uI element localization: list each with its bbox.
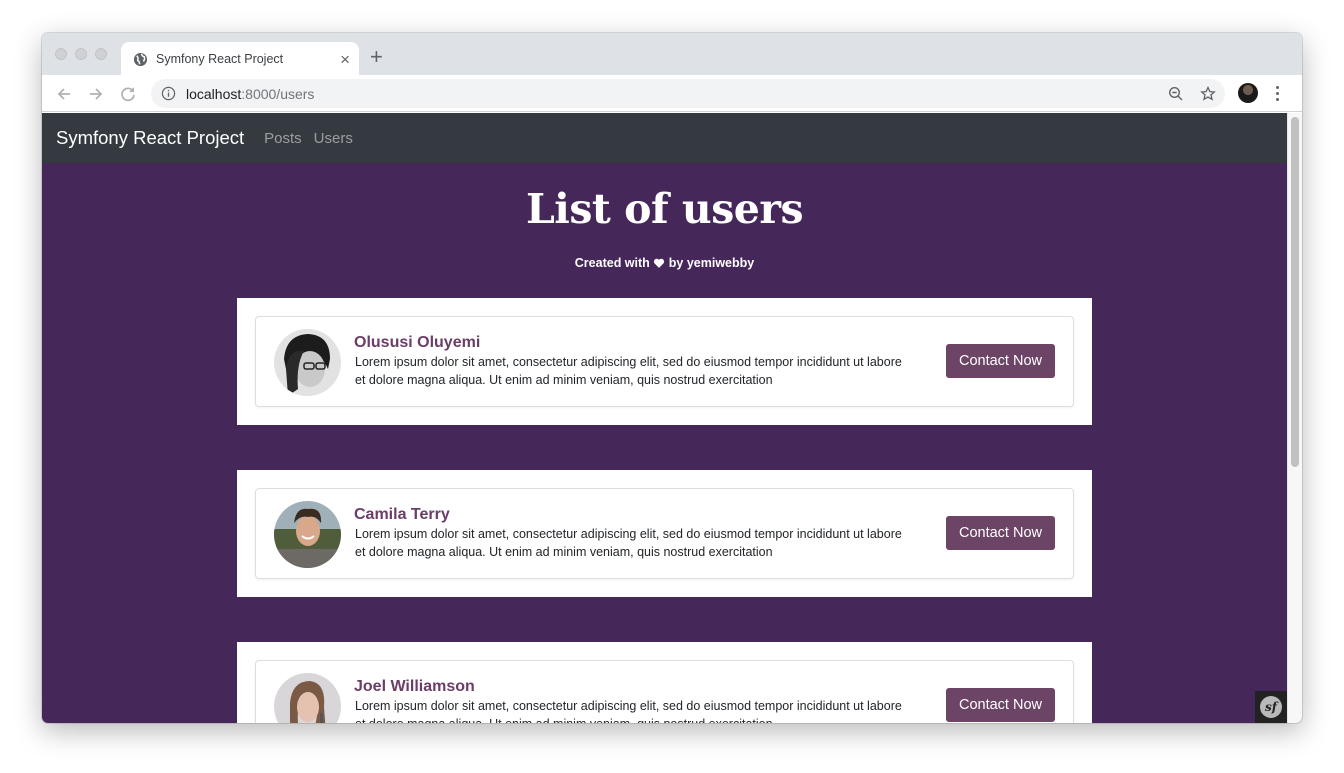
minimize-window-button[interactable]	[75, 48, 87, 60]
browser-window: Symfony React Project × + localhost:8000…	[42, 33, 1302, 723]
page-scrollbar[interactable]	[1287, 113, 1302, 723]
page-subtitle: Created with by yemiwebby	[42, 256, 1287, 270]
site-info-icon[interactable]	[161, 86, 176, 101]
symfony-logo-icon: sf	[1260, 696, 1282, 718]
browser-toolbar: localhost:8000/users	[42, 75, 1302, 112]
site-navbar: Symfony React Project Posts Users	[42, 113, 1287, 163]
symfony-debug-toolbar-toggle[interactable]: sf	[1255, 691, 1287, 723]
zoom-out-icon[interactable]	[1168, 86, 1184, 102]
address-bar[interactable]: localhost:8000/users	[151, 79, 1225, 108]
user-item: Joel Williamson Lorem ipsum dolor sit am…	[237, 642, 1092, 723]
nav-link-posts[interactable]: Posts	[264, 130, 302, 147]
tab-strip: Symfony React Project × +	[42, 33, 1302, 76]
zoom-window-button[interactable]	[95, 48, 107, 60]
nav-link-users[interactable]: Users	[314, 130, 353, 147]
user-card: Camila Terry Lorem ipsum dolor sit amet,…	[255, 488, 1074, 579]
reload-icon[interactable]	[117, 83, 139, 105]
page-title: List of users	[525, 185, 804, 233]
subtitle-suffix: by yemiwebby	[668, 256, 755, 270]
contact-now-button[interactable]: Contact Now	[946, 344, 1055, 378]
scrollbar-thumb[interactable]	[1291, 117, 1299, 467]
close-tab-icon[interactable]: ×	[340, 51, 350, 68]
close-window-button[interactable]	[55, 48, 67, 60]
back-icon[interactable]	[53, 83, 75, 105]
forward-icon[interactable]	[85, 83, 107, 105]
contact-now-button[interactable]: Contact Now	[946, 688, 1055, 722]
user-bio: Lorem ipsum dolor sit amet, consectetur …	[355, 527, 902, 559]
globe-icon	[133, 52, 148, 66]
url-text: localhost:8000/users	[186, 86, 314, 102]
user-name: Camila Terry	[354, 506, 450, 523]
new-tab-button[interactable]: +	[370, 46, 383, 68]
profile-avatar[interactable]	[1238, 83, 1258, 103]
subtitle-prefix: Created with	[574, 256, 650, 270]
heart-icon	[654, 258, 665, 268]
user-card: Joel Williamson Lorem ipsum dolor sit am…	[255, 660, 1074, 723]
user-card: Olususi Oluyemi Lorem ipsum dolor sit am…	[255, 316, 1074, 407]
bookmark-star-icon[interactable]	[1200, 86, 1216, 102]
navbar-brand[interactable]: Symfony React Project	[56, 127, 244, 149]
user-avatar	[274, 501, 341, 568]
user-item: Camila Terry Lorem ipsum dolor sit amet,…	[237, 470, 1092, 597]
user-bio: Lorem ipsum dolor sit amet, consectetur …	[355, 699, 902, 723]
browser-tab[interactable]: Symfony React Project ×	[121, 42, 359, 76]
user-name: Joel Williamson	[354, 678, 475, 695]
user-bio: Lorem ipsum dolor sit amet, consectetur …	[355, 355, 902, 387]
user-item: Olususi Oluyemi Lorem ipsum dolor sit am…	[237, 298, 1092, 425]
url-host: localhost	[186, 85, 242, 102]
user-avatar	[274, 673, 341, 723]
browser-menu-icon[interactable]	[1276, 86, 1280, 102]
user-avatar	[274, 329, 341, 396]
tab-title: Symfony React Project	[156, 52, 284, 66]
user-name: Olususi Oluyemi	[354, 334, 481, 351]
page-viewport: Symfony React Project Posts Users List o…	[42, 113, 1302, 723]
contact-now-button[interactable]: Contact Now	[946, 516, 1055, 550]
url-path: :8000/users	[241, 85, 315, 102]
